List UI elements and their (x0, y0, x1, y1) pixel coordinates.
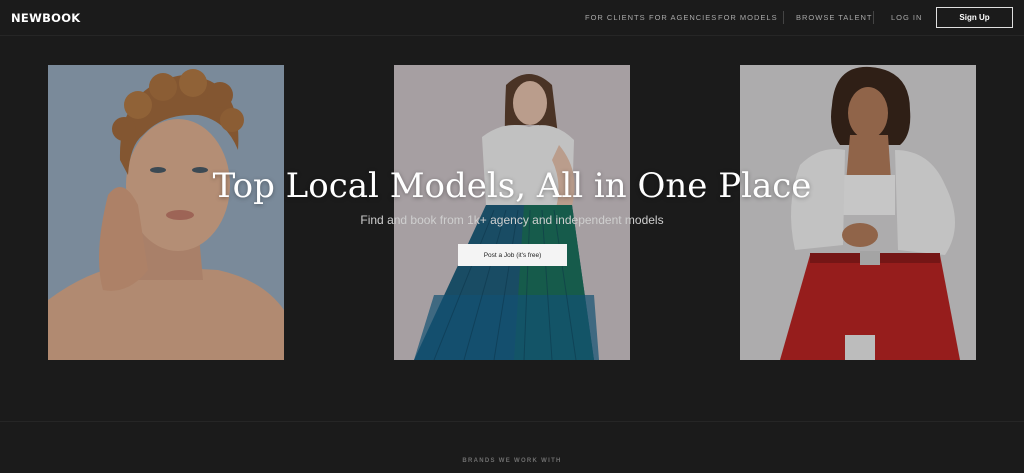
nav-for-models[interactable]: FOR MODELS (718, 13, 778, 22)
nav-for-clients[interactable]: FOR CLIENTS (585, 13, 646, 22)
sign-up-button[interactable]: Sign Up (936, 7, 1013, 28)
newbook-logo[interactable]: NEWBOOK (11, 11, 81, 25)
nav-browse-talent[interactable]: BROWSE TALENT (796, 13, 872, 22)
nav-divider (783, 11, 784, 24)
nav-divider (873, 11, 874, 24)
hero-title: Top Local Models, All in One Place (212, 166, 812, 206)
section-divider (0, 421, 1024, 422)
post-a-job-button[interactable]: Post a Job (it's free) (458, 244, 567, 266)
hero-subtitle: Find and book from 1k+ agency and indepe… (360, 213, 664, 227)
nav-log-in[interactable]: LOG IN (891, 13, 922, 22)
nav-for-agencies[interactable]: FOR AGENCIES (649, 13, 717, 22)
brands-heading: BRANDS WE WORK WITH (462, 458, 562, 464)
site-header: NEWBOOK FOR CLIENTS FOR AGENCIES FOR MOD… (0, 0, 1024, 36)
